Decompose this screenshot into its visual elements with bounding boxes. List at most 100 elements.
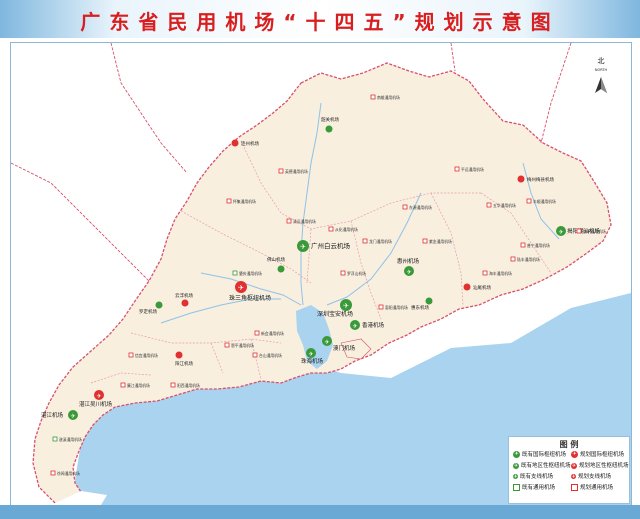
svg-text:龙门通用机场: 龙门通用机场	[369, 239, 392, 244]
svg-text:湛江吴川机场: 湛江吴川机场	[79, 400, 113, 408]
svg-text:紫金通用机场: 紫金通用机场	[429, 239, 452, 244]
svg-text:佛山机场: 佛山机场	[267, 256, 285, 263]
svg-text:清远通用机场: 清远通用机场	[293, 219, 316, 224]
ga-airport[interactable]: 五华通用机场	[486, 202, 516, 208]
ga-airport[interactable]: 丰顺通用机场	[526, 198, 556, 204]
legend-item: 既有通用机场	[513, 484, 555, 492]
branch-planned-icon	[571, 473, 576, 481]
map-title: 广东省民用机场“十四五”规划示意图	[80, 10, 560, 34]
svg-text:汕尾机场: 汕尾机场	[473, 284, 491, 291]
svg-text:惠州机场: 惠州机场	[397, 257, 420, 265]
svg-text:广州白云机场: 广州白云机场	[311, 241, 351, 250]
legend-item: 既有地区性枢纽机场	[513, 462, 571, 470]
ga-airport[interactable]: 英德通用机场	[278, 168, 308, 174]
branch-existing-icon	[513, 473, 518, 481]
legend: 图 例 既有国际枢纽机场 规划国际枢纽机场 既有地区性枢纽机场 规划地区性枢纽机…	[508, 436, 630, 504]
svg-text:廉江通用机场: 廉江通用机场	[127, 383, 150, 388]
ga-airport[interactable]: 东源通用机场	[402, 204, 432, 210]
ga-existing-icon	[513, 484, 520, 491]
legend-item: 规划地区性枢纽机场	[571, 462, 629, 470]
svg-text:南雄通用机场: 南雄通用机场	[377, 95, 400, 100]
ga-airport[interactable]: 信宜通用机场	[128, 352, 158, 358]
ga-airport[interactable]: 遂溪通用机场	[52, 436, 82, 442]
svg-text:普宁通用机场: 普宁通用机场	[527, 243, 550, 248]
ga-airport[interactable]: 清远通用机场	[286, 218, 316, 224]
svg-text:NORTH: NORTH	[595, 68, 608, 72]
ga-airport[interactable]: 平远通用机场	[454, 166, 484, 172]
svg-text:✈: ✈	[70, 413, 75, 420]
svg-text:五华通用机场: 五华通用机场	[493, 203, 516, 208]
svg-text:罗浮山机场: 罗浮山机场	[347, 271, 366, 276]
svg-text:陆丰通用机场: 陆丰通用机场	[517, 257, 540, 262]
svg-text:✈: ✈	[300, 243, 306, 251]
svg-text:恩平通用机场: 恩平通用机场	[231, 343, 254, 348]
svg-text:✈: ✈	[352, 323, 357, 330]
svg-text:英德通用机场: 英德通用机场	[285, 169, 308, 174]
svg-text:韶关机场: 韶关机场	[321, 116, 339, 123]
svg-text:台山通用机场: 台山通用机场	[259, 353, 282, 358]
regional-existing-icon	[513, 462, 519, 470]
legend-item: 规划支线机场	[571, 473, 611, 481]
svg-text:海丰通用机场: 海丰通用机场	[489, 271, 512, 276]
svg-text:湛江机场: 湛江机场	[41, 411, 64, 419]
ga-airport[interactable]: 廉江通用机场	[120, 382, 150, 388]
ga-airport[interactable]: 恩平通用机场	[224, 342, 254, 348]
svg-text:✈: ✈	[558, 229, 563, 236]
svg-text:阳西通用机场: 阳西通用机场	[177, 383, 200, 388]
ga-airport[interactable]: 从化通用机场	[328, 226, 358, 232]
svg-text:✈: ✈	[308, 351, 313, 358]
ga-airport[interactable]: 普宁通用机场	[520, 242, 550, 248]
legend-item: 规划通用机场	[571, 484, 613, 492]
svg-text:肇庆通用机场: 肇庆通用机场	[239, 271, 262, 276]
svg-text:惠东机场: 惠东机场	[411, 304, 429, 311]
svg-text:珠三角枢纽机场: 珠三角枢纽机场	[229, 294, 271, 302]
ga-airport[interactable]: 惠阳通用机场	[378, 304, 408, 310]
svg-text:从化通用机场: 从化通用机场	[335, 227, 358, 232]
svg-text:云浮机场: 云浮机场	[175, 292, 193, 299]
svg-text:徐闻通用机场: 徐闻通用机场	[57, 471, 80, 476]
svg-text:怀集通用机场: 怀集通用机场	[233, 199, 256, 204]
ga-airport[interactable]: 南雄通用机场	[370, 94, 400, 100]
svg-text:✈: ✈	[238, 284, 244, 292]
legend-item: 既有国际枢纽机场	[513, 450, 566, 459]
svg-text:深圳宝安机场: 深圳宝安机场	[317, 310, 353, 318]
svg-text:✈: ✈	[96, 393, 101, 400]
ga-airport[interactable]: 紫金通用机场	[422, 238, 452, 244]
ga-airport[interactable]: 肇庆通用机场	[232, 270, 262, 276]
svg-text:珠海机场: 珠海机场	[301, 357, 324, 365]
regional-planned-icon	[571, 462, 577, 470]
svg-text:连州机场: 连州机场	[241, 140, 259, 147]
ga-airport[interactable]: 台山通用机场	[252, 352, 282, 358]
legend-title: 图 例	[559, 440, 579, 449]
ga-airport[interactable]: 海丰通用机场	[482, 270, 512, 276]
hub-existing-icon	[513, 450, 520, 458]
legend-item: 规划国际枢纽机场	[571, 450, 624, 459]
ga-airport[interactable]: 阳西通用机场	[170, 382, 200, 388]
ga-airport[interactable]: 陆丰通用机场	[510, 256, 540, 262]
ga-planned-icon	[571, 484, 578, 491]
ga-airport[interactable]: 怀集通用机场	[226, 198, 256, 204]
ga-airport[interactable]: 徐闻通用机场	[50, 470, 80, 476]
svg-text:信宜通用机场: 信宜通用机场	[135, 353, 158, 358]
svg-text:饶平通用机场: 饶平通用机场	[583, 229, 606, 234]
svg-text:罗定机场: 罗定机场	[139, 308, 157, 315]
ga-airport[interactable]: 饶平通用机场	[576, 228, 606, 234]
svg-text:新会通用机场: 新会通用机场	[261, 331, 284, 336]
svg-text:惠阳通用机场: 惠阳通用机场	[385, 305, 408, 310]
svg-text:阳江机场: 阳江机场	[175, 360, 193, 367]
svg-text:✈: ✈	[324, 339, 329, 346]
svg-text:北: 北	[598, 57, 605, 65]
svg-text:遂溪通用机场: 遂溪通用机场	[59, 437, 82, 442]
svg-text:东源通用机场: 东源通用机场	[409, 205, 432, 210]
svg-text:澳门机场: 澳门机场	[333, 344, 356, 352]
bottom-bar	[0, 505, 640, 519]
ga-airport[interactable]: 罗浮山机场	[340, 270, 366, 276]
svg-text:平远通用机场: 平远通用机场	[461, 167, 484, 172]
ga-airport[interactable]: 新会通用机场	[254, 330, 284, 336]
ga-airport[interactable]: 龙门通用机场	[362, 238, 392, 244]
svg-text:丰顺通用机场: 丰顺通用机场	[533, 199, 556, 204]
svg-text:✈: ✈	[406, 269, 411, 276]
legend-item: 既有支线机场	[513, 473, 553, 481]
svg-text:香港机场: 香港机场	[362, 321, 385, 329]
svg-text:梅州梅县机场: 梅州梅县机场	[527, 176, 554, 183]
